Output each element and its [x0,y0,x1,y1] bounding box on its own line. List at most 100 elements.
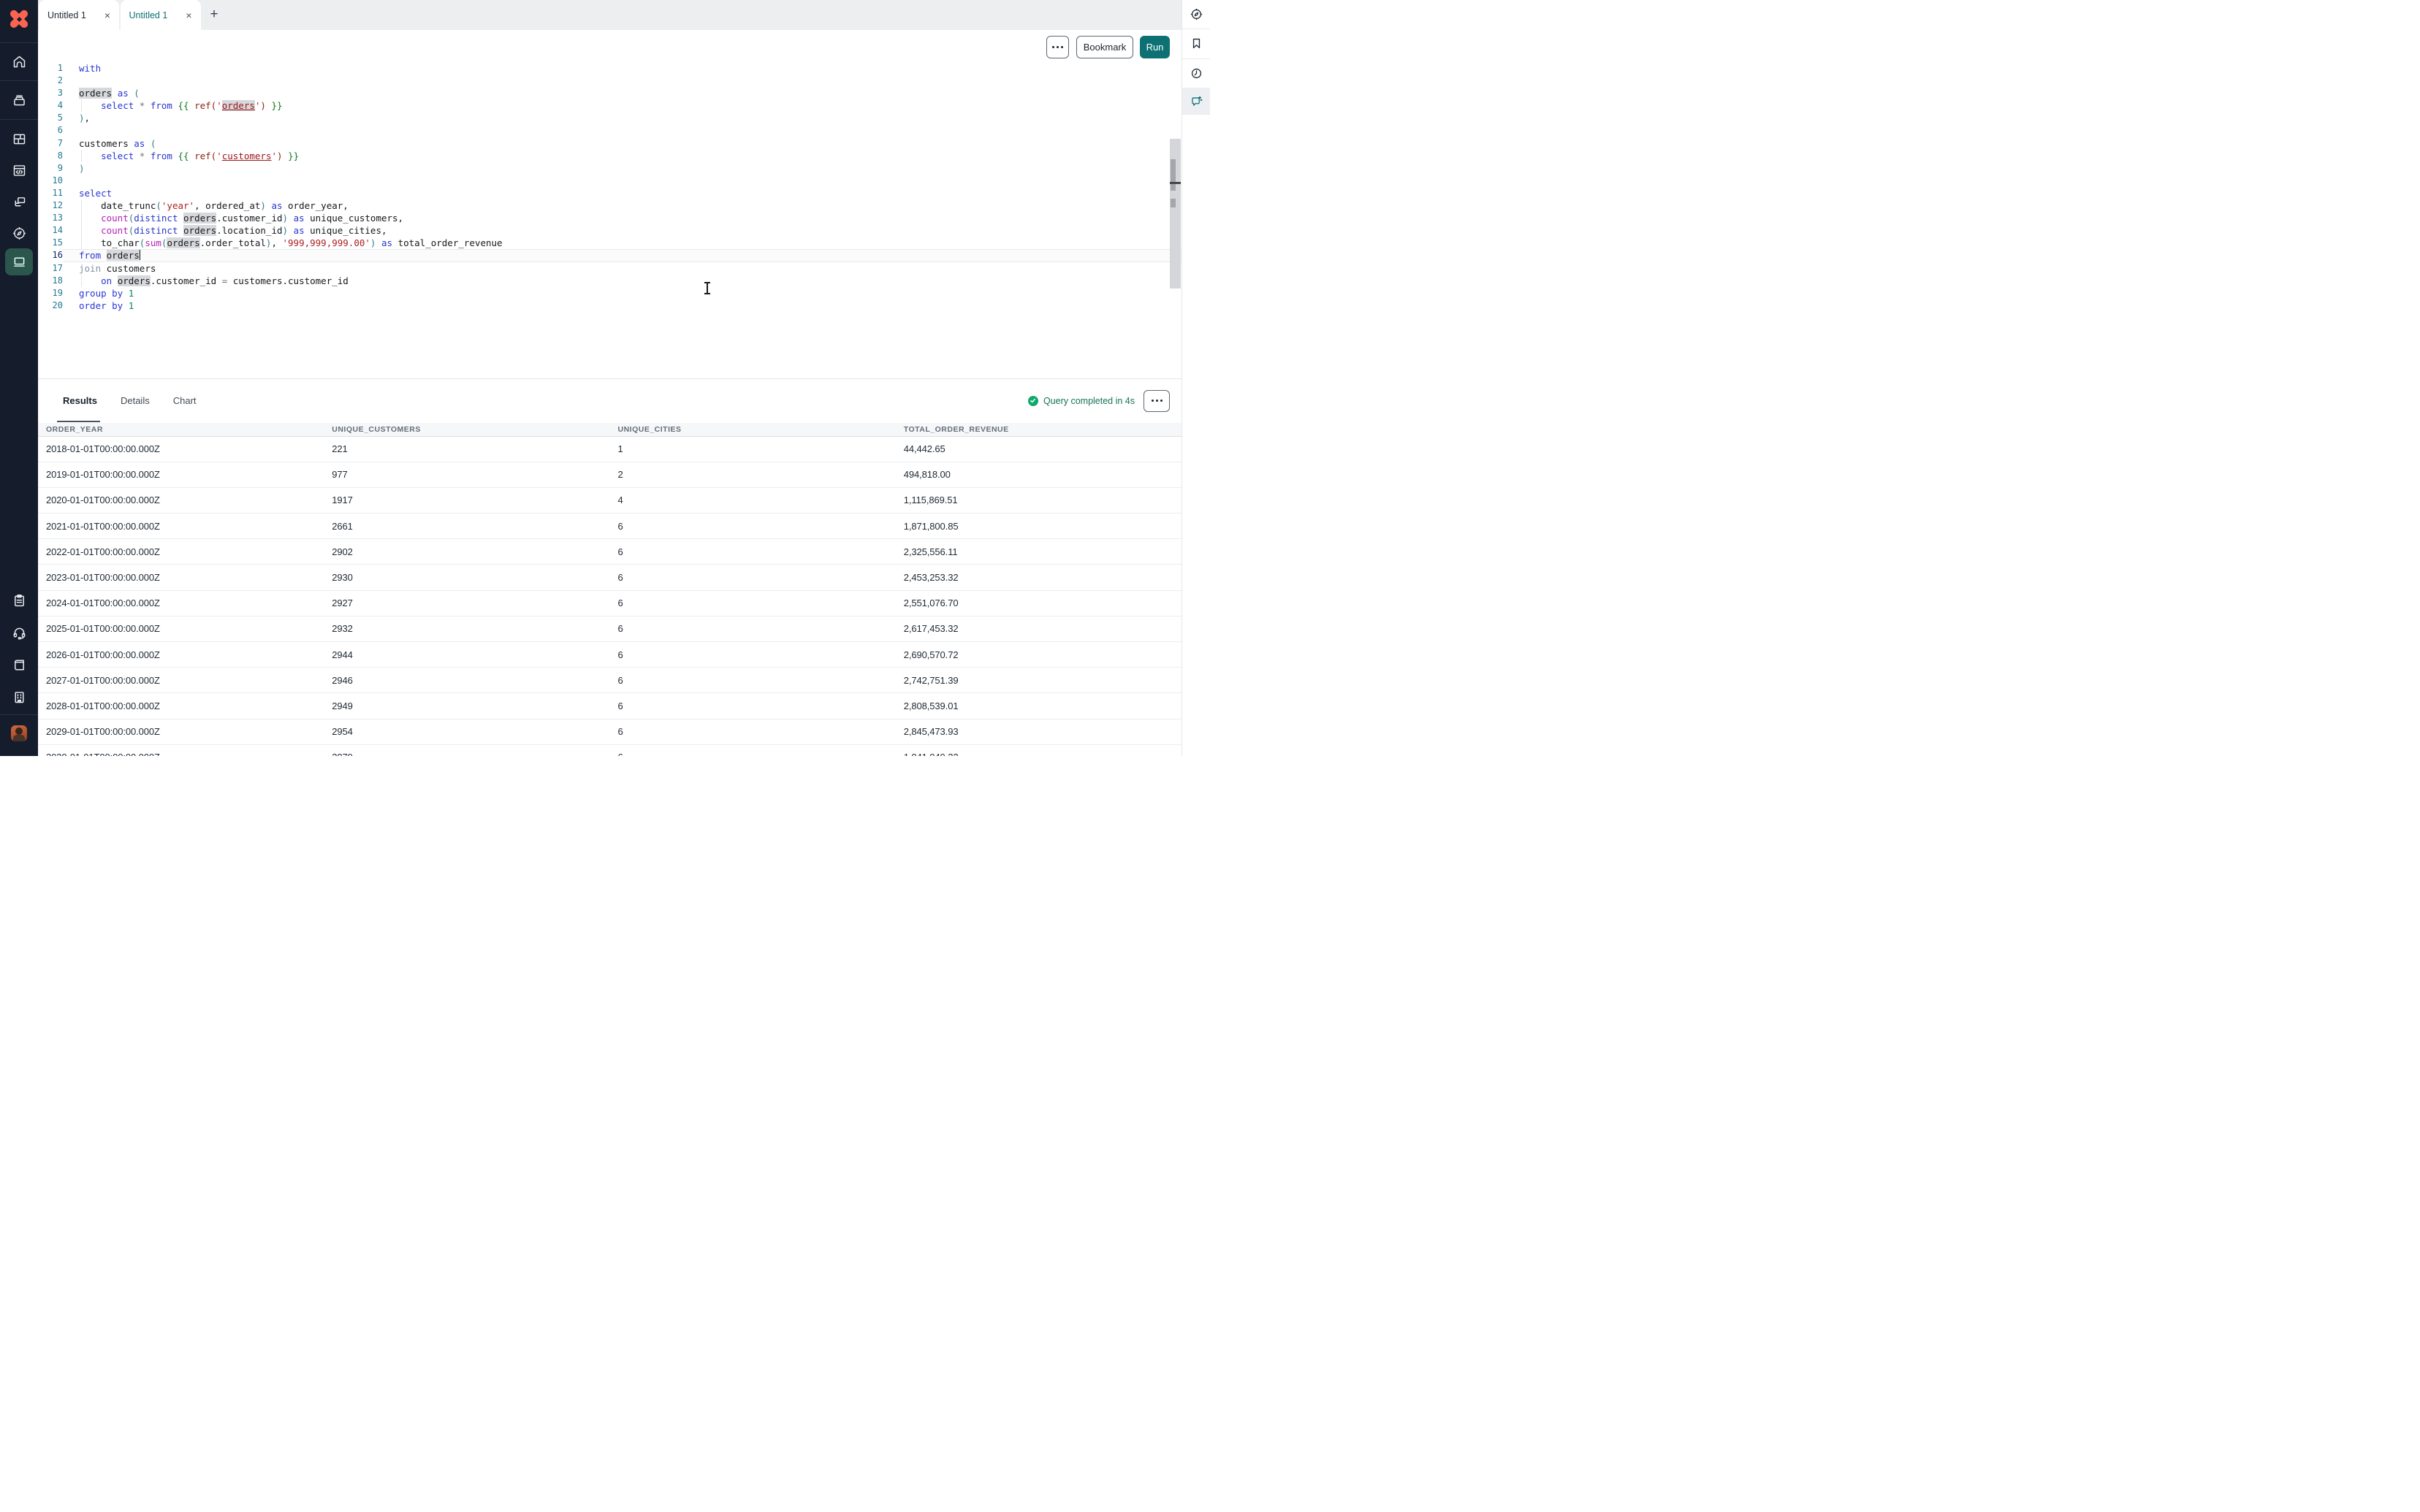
code-line-6[interactable]: 6 [38,124,1182,137]
sidebar-item-ai-assistant[interactable] [1182,88,1210,115]
code-line-20[interactable]: 20order by 1 [38,299,1182,312]
line-content [79,75,1182,87]
close-icon[interactable]: × [186,10,191,20]
table-cell: 2022-01-01T00:00:00.000Z [38,539,324,565]
editor-tab-2-active[interactable]: Untitled 1 × [121,0,201,30]
code-line-12[interactable]: 12 date_trunc('year', ordered_at) as ord… [38,199,1182,212]
dbt-logo[interactable] [9,9,28,28]
column-header-order-year: ORDER_YEAR [38,423,324,437]
line-number: 9 [38,162,63,175]
table-row: 2029-01-01T00:00:00.000Z295462,845,473.9… [38,719,1182,744]
code-line-9[interactable]: 9) [38,162,1182,175]
line-number: 10 [38,175,63,187]
table-cell: 2879 [324,744,609,756]
table-cell: 1,871,800.85 [896,513,1182,539]
table-cell: 2 [610,462,896,487]
close-icon[interactable]: × [104,10,110,20]
dbt-cloud-ide-window: Untitled 1 × Untitled 1 × + Bookmark Run… [0,0,1210,756]
results-more-button[interactable] [1144,390,1170,412]
sidebar-item-history[interactable] [1182,58,1210,88]
tab-chart[interactable]: Chart [167,395,202,406]
sidebar-item-home[interactable] [0,48,38,75]
grid-icon [12,131,27,147]
scrollbar-cursor-line-mark [1170,182,1181,184]
code-line-4[interactable]: 4 select * from {{ ref('orders') }} [38,99,1182,112]
line-number: 15 [38,237,63,249]
table-header-row: ORDER_YEAR UNIQUE_CUSTOMERS UNIQUE_CITIE… [38,423,1182,437]
line-number: 7 [38,137,63,150]
code-line-5[interactable]: 5), [38,112,1182,124]
user-avatar[interactable] [11,725,27,741]
table-cell: 2018-01-01T00:00:00.000Z [38,436,324,462]
table-cell: 6 [610,616,896,641]
line-content: group by 1 [79,287,1182,299]
code-line-7[interactable]: 7customers as ( [38,137,1182,150]
column-header-unique-cities: UNIQUE_CITIES [610,423,896,437]
sidebar-item-support[interactable] [0,619,38,646]
sidebar-item-bookmarks[interactable] [1182,28,1210,59]
sidebar-item-code-editor[interactable] [0,157,38,183]
code-line-2[interactable]: 2 [38,75,1182,87]
table-cell: 2028-01-01T00:00:00.000Z [38,693,324,719]
new-tab-button[interactable]: + [205,6,223,23]
code-line-18[interactable]: 18 on orders.customer_id = customers.cus… [38,275,1182,287]
code-line-16[interactable]: 16from orders [38,249,1182,261]
table-row: 2027-01-01T00:00:00.000Z294662,742,751.3… [38,668,1182,693]
code-line-13[interactable]: 13 count(distinct orders.customer_id) as… [38,212,1182,224]
table-row: 2030-01-01T00:00:00.000Z287961,841,049.3… [38,744,1182,756]
chat-sparkle-icon [1190,94,1203,108]
code-line-15[interactable]: 15 to_char(sum(orders.order_total), '999… [38,237,1182,249]
table-cell: 2,742,751.39 [896,668,1182,693]
tab-results[interactable]: Results [57,395,103,406]
table-cell: 4 [610,487,896,513]
line-content: select * from {{ ref('customers') }} [79,150,1182,162]
sidebar-item-dashboards[interactable] [0,126,38,152]
more-options-button[interactable] [1046,36,1069,58]
line-number: 3 [38,87,63,99]
code-window-icon [12,163,27,178]
run-button[interactable]: Run [1140,36,1170,58]
code-line-19[interactable]: 19group by 1 [38,287,1182,299]
code-line-14[interactable]: 14 count(distinct orders.location_id) as… [38,224,1182,237]
line-number: 16 [38,249,63,261]
sidebar-item-discover[interactable] [1182,0,1210,29]
sidebar-item-docs[interactable] [0,652,38,678]
sidebar-item-tray[interactable] [0,87,38,113]
sql-editor[interactable]: 1with23orders as (4 select * from {{ ref… [38,62,1182,378]
table-cell: 1 [610,436,896,462]
ellipsis-icon [1152,400,1163,402]
table-cell: 1,115,869.51 [896,487,1182,513]
window-tab-bar: Untitled 1 × Untitled 1 × + [38,0,1182,30]
code-line-8[interactable]: 8 select * from {{ ref('customers') }} [38,150,1182,162]
query-status: Query completed in 4s [1028,379,1170,422]
table-cell: 2021-01-01T00:00:00.000Z [38,513,324,539]
code-line-3[interactable]: 3orders as ( [38,87,1182,99]
table-row: 2023-01-01T00:00:00.000Z293062,453,253.3… [38,565,1182,590]
editor-scrollbar[interactable] [1170,139,1181,289]
left-sidebar [0,0,38,756]
code-line-11[interactable]: 11select [38,187,1182,199]
results-tabs: Results Details Chart [57,379,214,422]
sidebar-item-organization[interactable] [0,684,38,710]
sidebar-item-studio-active[interactable] [5,248,33,275]
table-cell: 6 [610,642,896,668]
sidebar-item-explore[interactable] [0,220,38,246]
check-circle-icon [1028,396,1038,406]
code-line-17[interactable]: 17join customers [38,262,1182,275]
tab-details[interactable]: Details [115,395,156,406]
table-row: 2021-01-01T00:00:00.000Z266161,871,800.8… [38,513,1182,539]
editor-tab-1[interactable]: Untitled 1 × [39,0,119,30]
table-cell: 2019-01-01T00:00:00.000Z [38,462,324,487]
table-row: 2022-01-01T00:00:00.000Z290262,325,556.1… [38,539,1182,565]
line-number: 4 [38,99,63,112]
bookmark-button[interactable]: Bookmark [1076,36,1133,58]
table-cell: 6 [610,513,896,539]
bookmark-icon [1190,37,1203,50]
code-line-10[interactable]: 10 [38,175,1182,187]
sidebar-item-clipboard[interactable] [0,587,38,614]
table-cell: 2029-01-01T00:00:00.000Z [38,719,324,744]
code-line-1[interactable]: 1with [38,62,1182,75]
table-cell: 494,818.00 [896,462,1182,487]
line-content: count(distinct orders.location_id) as un… [79,224,1182,237]
sidebar-item-windows[interactable] [0,188,38,215]
